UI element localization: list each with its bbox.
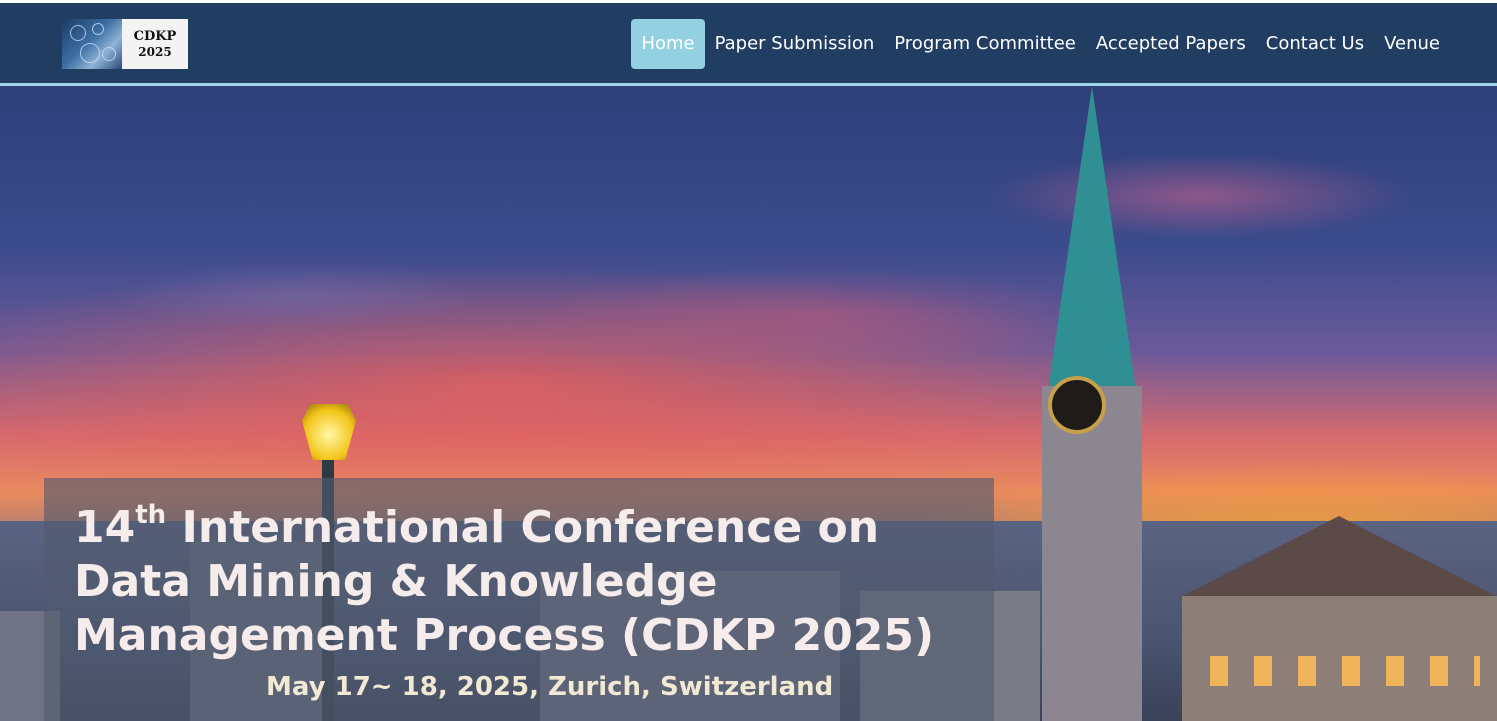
top-navbar: CDKP 2025 Home Paper Submission Program …: [0, 0, 1497, 86]
logo-line1: CDKP: [133, 29, 177, 44]
logo-line2: 2025: [138, 44, 172, 59]
nav-paper-submission[interactable]: Paper Submission: [705, 19, 885, 69]
church-tower: [1042, 386, 1142, 721]
main-menu: Home Paper Submission Program Committee …: [631, 19, 1450, 69]
logo-text: CDKP 2025: [122, 29, 188, 59]
conference-title: 14th International Conference on Data Mi…: [74, 488, 966, 663]
nav-home[interactable]: Home: [631, 19, 705, 69]
clock-face-icon: [1048, 376, 1106, 434]
conference-date-location: May 17~ 18, 2025, Zurich, Switzerland: [266, 672, 834, 702]
title-ordinal: 14: [74, 502, 136, 553]
site-logo[interactable]: CDKP 2025: [62, 19, 188, 69]
title-text: International Conference on Data Mining …: [74, 502, 935, 661]
logo-graphic: [62, 19, 122, 69]
church-spire: [1048, 86, 1136, 391]
nav-venue[interactable]: Venue: [1374, 19, 1450, 69]
lit-windows: [1210, 656, 1480, 686]
nav-program-committee[interactable]: Program Committee: [884, 19, 1086, 69]
nav-contact-us[interactable]: Contact Us: [1256, 19, 1374, 69]
nav-accepted-papers[interactable]: Accepted Papers: [1086, 19, 1256, 69]
title-ordinal-suffix: th: [135, 500, 167, 530]
building-right-roof: [1182, 516, 1496, 596]
